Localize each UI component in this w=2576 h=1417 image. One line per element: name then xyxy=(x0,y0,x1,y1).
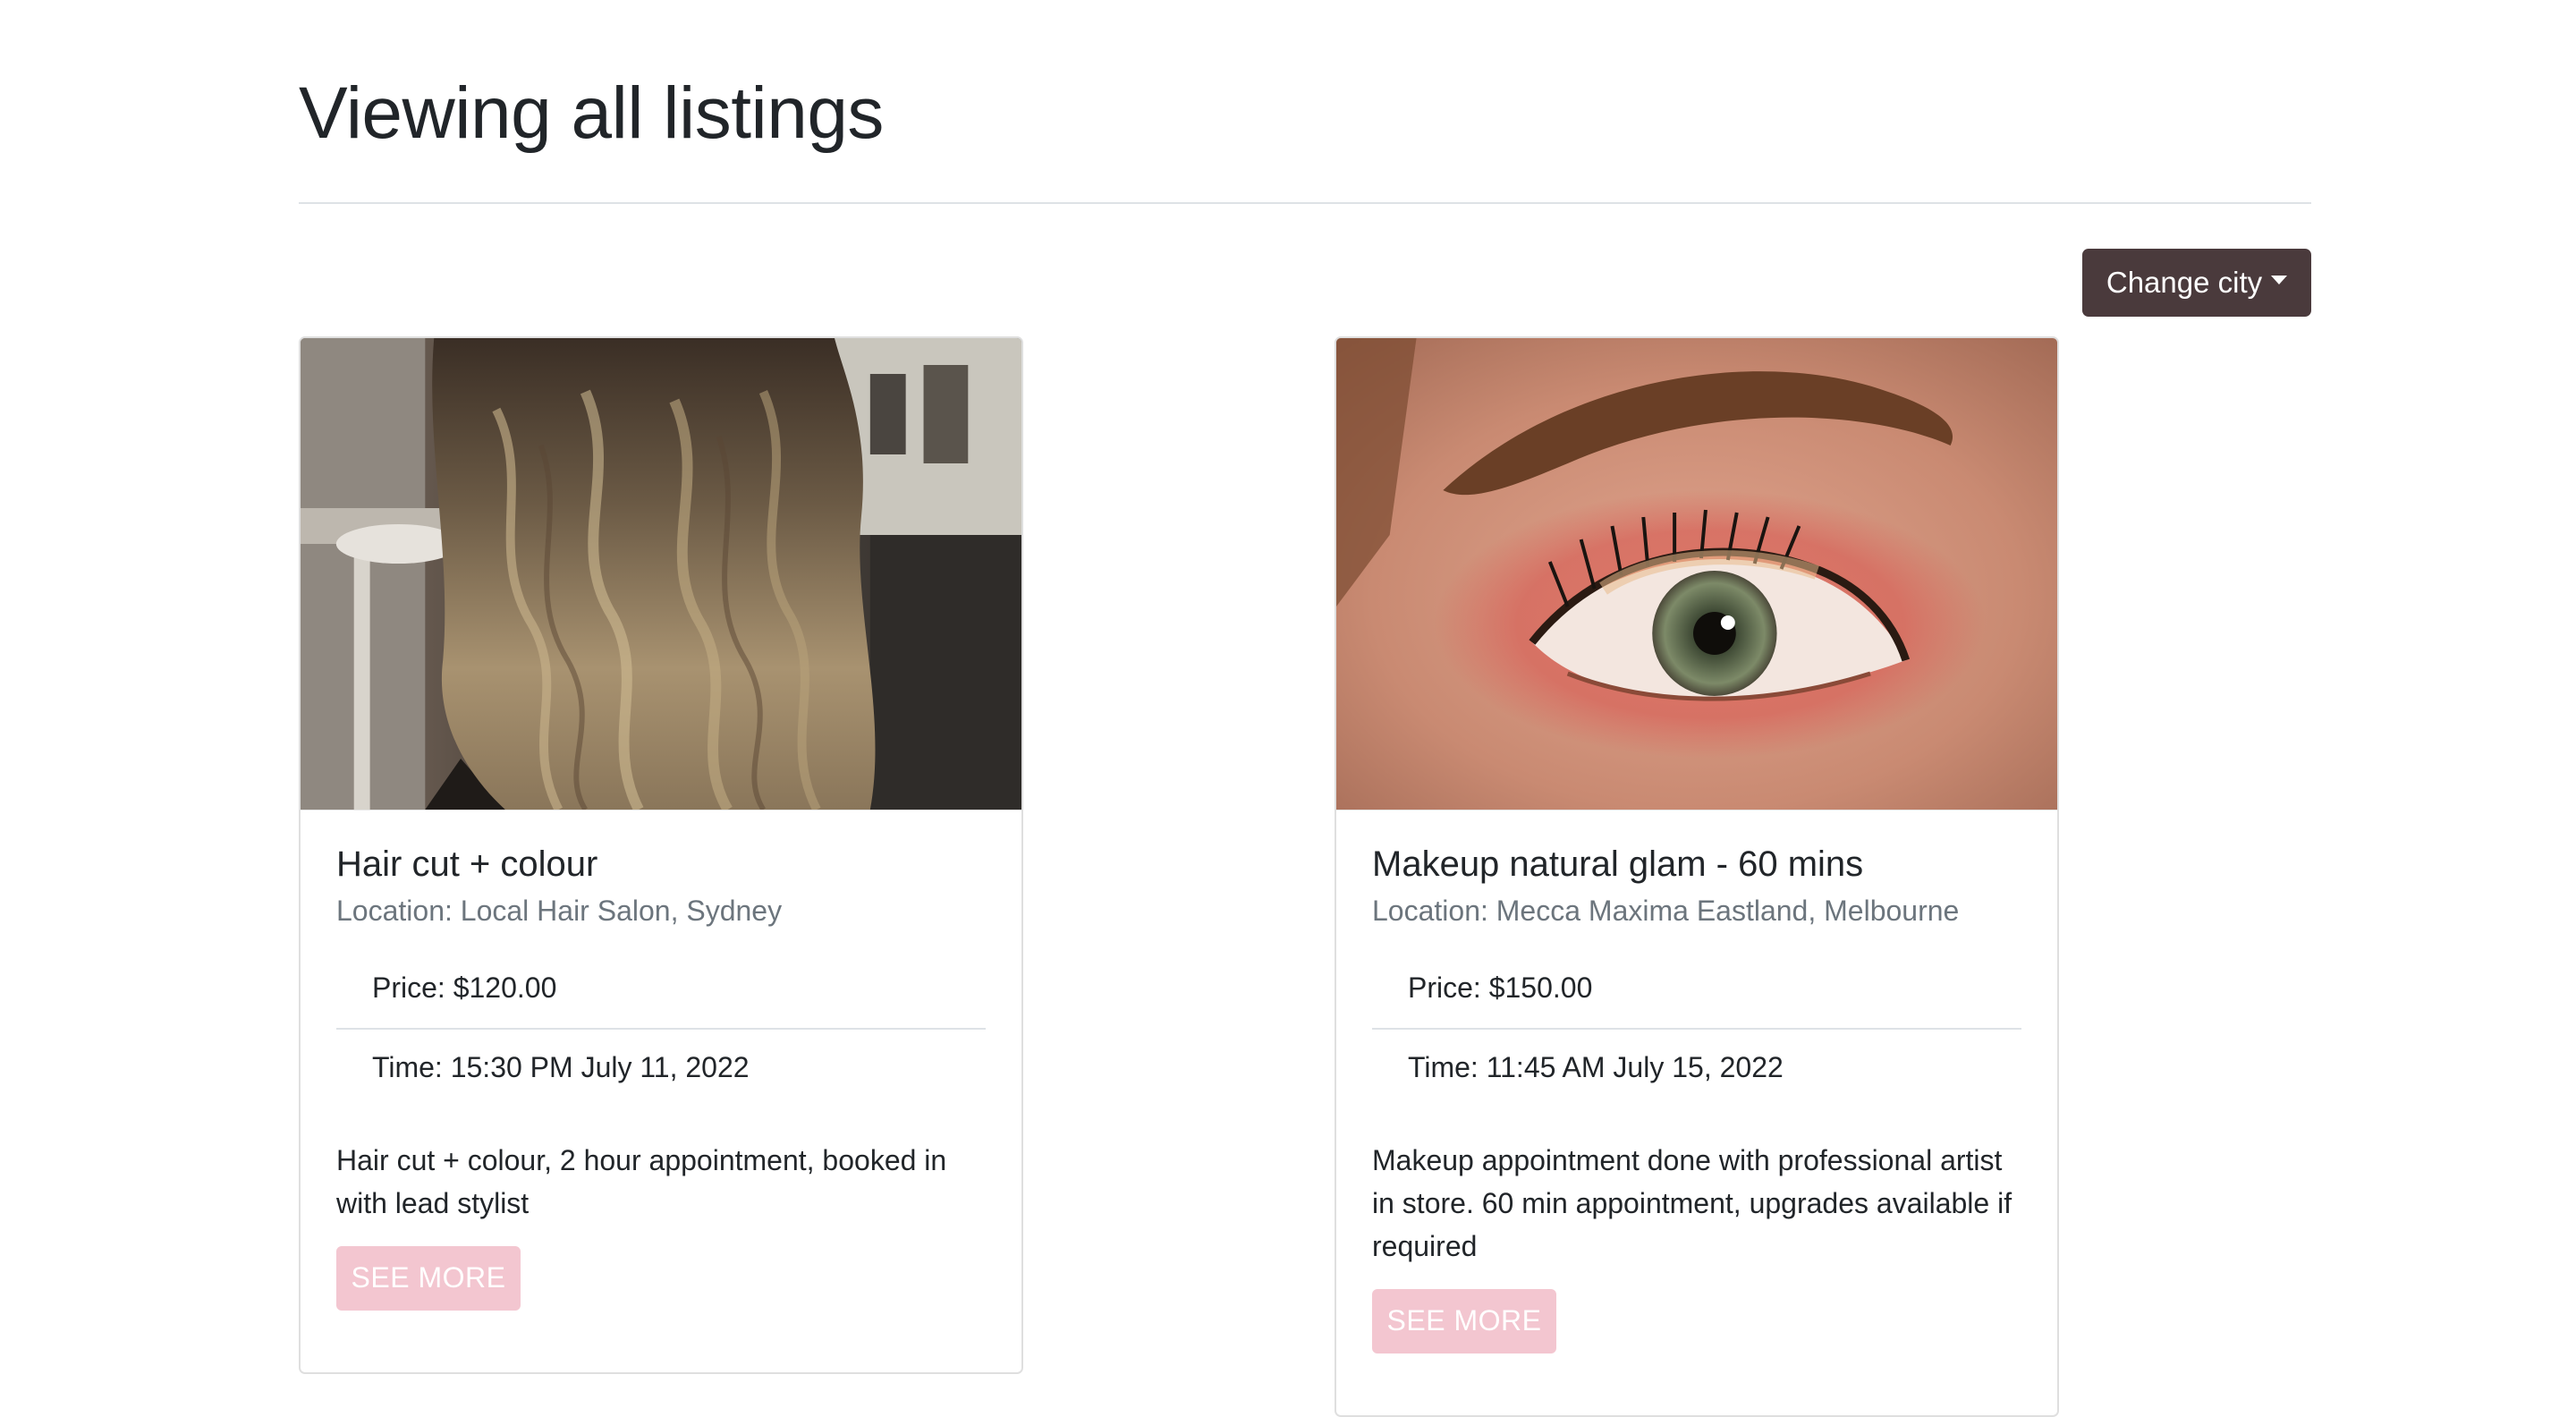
see-more-button[interactable]: SEE MORE xyxy=(1372,1288,1556,1353)
listing-card: Hair cut + colour Location: Local Hair S… xyxy=(299,336,1023,1374)
listing-image-makeup xyxy=(1336,338,2057,810)
title-divider xyxy=(299,202,2311,204)
listing-title: Makeup natural glam - 60 mins xyxy=(1372,844,1864,884)
listing-details: Price: $150.00 Time: 11:45 AM July 15, 2… xyxy=(1372,950,2021,1108)
listing-time: Time: 15:30 PM July 11, 2022 xyxy=(336,1028,986,1108)
listing-description: Makeup appointment done with professiona… xyxy=(1372,1143,2012,1262)
change-city-label: Change city xyxy=(2106,266,2263,299)
listing-description: Hair cut + colour, 2 hour appointment, b… xyxy=(336,1143,947,1219)
listing-card: Makeup natural glam - 60 mins Location: … xyxy=(1335,336,2059,1417)
listing-card-body: Hair cut + colour Location: Local Hair S… xyxy=(301,810,1021,1346)
listing-card-body: Makeup natural glam - 60 mins Location: … xyxy=(1336,810,2057,1389)
listing-time: Time: 11:45 AM July 15, 2022 xyxy=(1372,1028,2021,1108)
change-city-dropdown-button[interactable]: Change city xyxy=(2082,249,2311,317)
listing-location: Location: Local Hair Salon, Sydney xyxy=(336,895,783,927)
listing-image-hair xyxy=(301,338,1021,810)
caret-down-icon xyxy=(2271,276,2288,284)
listing-price: Price: $120.00 xyxy=(372,971,557,1004)
listing-title: Hair cut + colour xyxy=(336,844,598,884)
listing-location: Location: Mecca Maxima Eastland, Melbour… xyxy=(1372,895,1960,927)
page-title: Viewing all listings xyxy=(299,72,884,154)
see-more-button[interactable]: SEE MORE xyxy=(336,1245,521,1311)
listing-details: Price: $120.00 Time: 15:30 PM July 11, 2… xyxy=(336,950,986,1108)
listing-price: Price: $150.00 xyxy=(1408,971,1593,1004)
